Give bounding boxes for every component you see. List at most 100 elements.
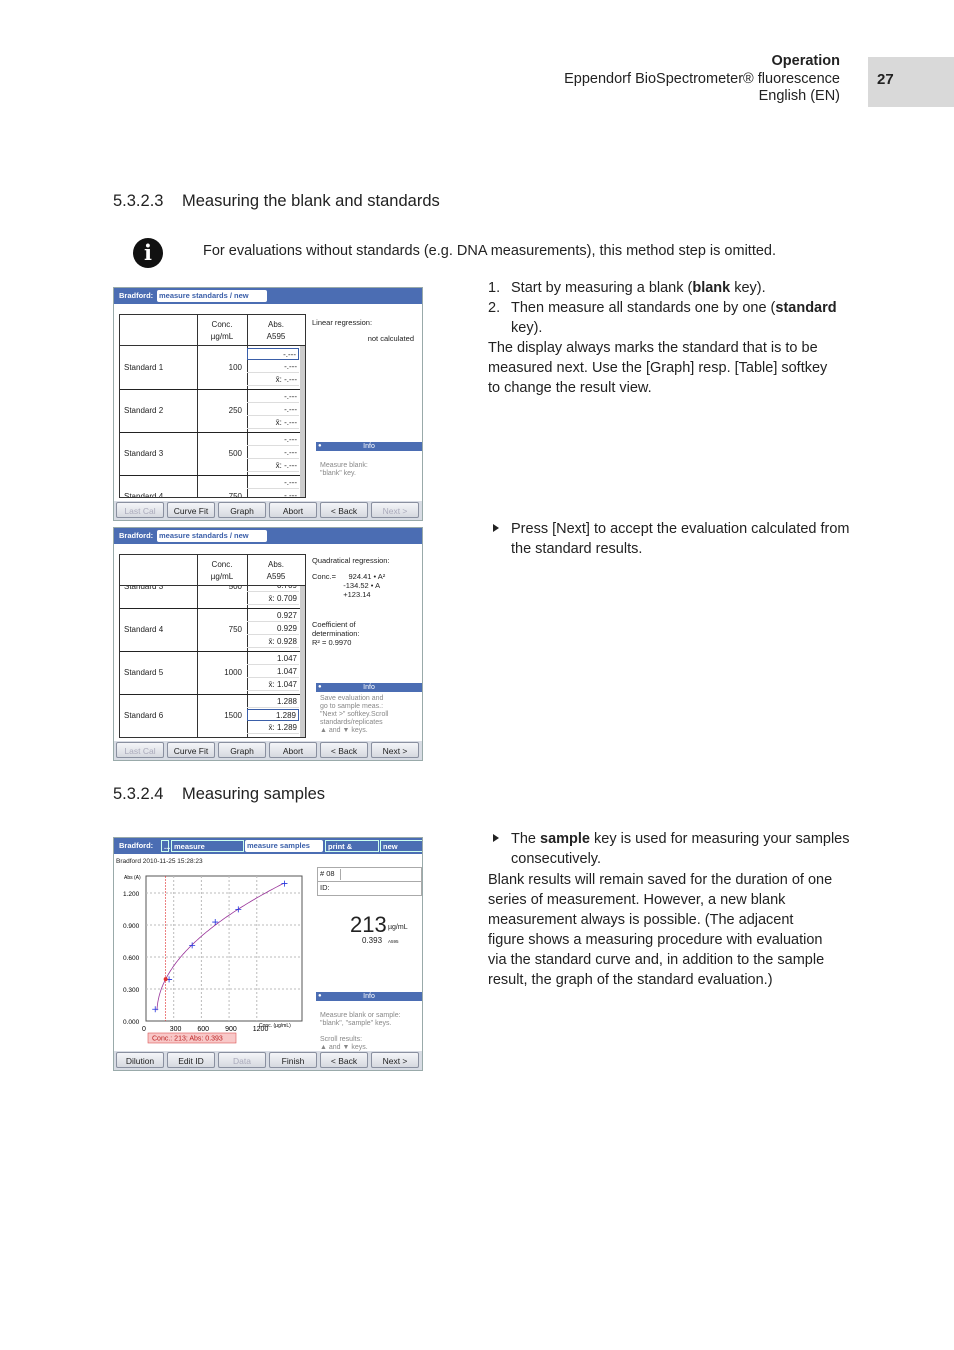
language: English (EN) [758, 88, 840, 104]
table-row[interactable]: Standard 2 250 -.--- -.--- x̄: -.--- [120, 389, 300, 433]
page-number-box: 27 [868, 57, 954, 107]
tab-0[interactable]: Bradford: [117, 530, 157, 542]
section-heading-5324: 5.3.2.4 Measuring samples [113, 785, 326, 803]
result-unit: µg/mL [388, 924, 408, 931]
mean-value: x̄: 1.289 [247, 722, 299, 734]
tab-1[interactable]: measure standards / new [157, 290, 267, 302]
mean-value: x̄: 0.709 [247, 593, 299, 605]
step-2: 2. Then measure all standards one by one … [488, 300, 837, 336]
bullet-triangle-icon [493, 524, 499, 532]
softkey-lastcal-button[interactable]: Last Cal [116, 502, 164, 518]
mean-value: x̄: -.--- [247, 417, 299, 429]
tab-0[interactable]: Bradford: [117, 290, 157, 302]
softkey-back-button[interactable]: < Back [320, 502, 368, 518]
column-header: Conc. µg/mL [197, 315, 247, 346]
mean-value: x̄: 0.928 [247, 636, 299, 648]
replicate-value[interactable]: 1.047 [247, 666, 299, 678]
section1-text: 1. Start by measuring a blank (blank key)… [488, 278, 838, 398]
standard-name: Standard 5 [124, 668, 164, 677]
standard-conc: 750 [228, 625, 242, 634]
tab-0[interactable]: Bradford: [117, 840, 159, 852]
softkey-curvefit-button[interactable]: Curve Fit [167, 502, 215, 518]
standard-conc: 500 [228, 586, 242, 591]
series-timestamp: Bradford 2010-11-25 15:28:23 [116, 858, 203, 865]
info-note: For evaluations without standards (e.g. … [203, 243, 777, 259]
info-bar: ● Info [316, 442, 422, 451]
info-icon: ● [318, 993, 322, 999]
info-bar: ● Info [316, 683, 422, 692]
id-field[interactable]: ID: [320, 883, 330, 892]
table-row[interactable]: Standard 4750-.----.---x̄: -.--- [120, 475, 300, 497]
abs-unit: A595 [388, 939, 399, 944]
standards-table: Conc. µg/mLAbs. A595Standard 35000.7080.… [119, 554, 306, 738]
tab-5[interactable]: new series [380, 840, 422, 863]
tab-1[interactable]: measure standards / new [157, 530, 267, 542]
table-row[interactable]: Standard 35000.7080.709x̄: 0.709 [120, 586, 300, 609]
tab-4[interactable]: print & export [325, 840, 379, 863]
next-bullet: Press [Next] to accept the evaluation ca… [493, 519, 861, 559]
replicate-value[interactable]: -.--- [247, 434, 299, 446]
sample-number: # 08 [320, 869, 341, 880]
table-row[interactable]: Standard 4 750 0.927 0.929 x̄: 0.928 [120, 608, 300, 652]
y-tick-label: 0.300 [123, 987, 140, 994]
title-bar: Bradford: measure standards / new [114, 528, 422, 544]
paragraph: The display always marks the standard th… [488, 340, 828, 396]
softkey-next-button[interactable]: Next > [371, 502, 419, 518]
table-row[interactable]: Standard 5 1000 1.047 1.047 x̄: 1.047 [120, 651, 300, 695]
replicate-value[interactable]: -.--- [247, 477, 299, 489]
replicate-value[interactable]: -.--- [247, 490, 299, 497]
table-row[interactable]: Standard 1 100 -.--- -.--- x̄: -.--- [120, 346, 300, 390]
replicate-value[interactable]: -.--- [247, 404, 299, 416]
softkey-curvefit-button[interactable]: Curve Fit [167, 742, 215, 758]
standard-conc: 500 [228, 449, 242, 458]
device-screen-standards-empty: Bradford: measure standards / new Conc. µg… [113, 287, 423, 521]
x-tick-label: 900 [225, 1026, 237, 1033]
regression-text: Linear regression: [312, 318, 373, 327]
device-screen-standards-results: Bradford: measure standards / new Conc. µg… [113, 527, 423, 761]
standard-name: Standard 4 [124, 492, 164, 497]
softkey-graph-button[interactable]: Graph [218, 742, 266, 758]
replicate-value[interactable]: 0.927 [247, 610, 299, 622]
standard-name: Standard 6 [124, 711, 164, 720]
replicate-value[interactable]: -.--- [247, 447, 299, 459]
tab-2[interactable]: measure standards [171, 840, 244, 863]
chapter-title: Operation [771, 53, 840, 69]
y-tick-label: 0.000 [123, 1019, 140, 1026]
table-body: Standard 35000.7080.709x̄: 0.709 Standard… [120, 586, 305, 737]
softkey-next-button[interactable]: Next > [371, 742, 419, 758]
scrollbar[interactable] [300, 586, 305, 737]
section2-paragraph: Blank results will remain saved for the … [488, 872, 833, 988]
column-header [120, 555, 197, 586]
softkey-lastcal-button[interactable]: Last Cal [116, 742, 164, 758]
tab-3[interactable]: measure samples [245, 840, 323, 852]
replicate-value[interactable]: 0.709 [247, 586, 299, 592]
regression-text: not calculated [367, 334, 414, 343]
softkey-abort-button[interactable]: Abort [269, 742, 317, 758]
softkey-next-button[interactable]: Next > [371, 1052, 419, 1068]
result-abs: 0.393 [362, 936, 383, 945]
softkey-bar: Last Cal Curve Fit Graph Abort < Back Next > [114, 741, 422, 760]
replicate-value[interactable]: -.--- [247, 361, 299, 373]
standard-name: Standard 1 [124, 363, 164, 372]
replicate-value[interactable]: 0.929 [247, 623, 299, 635]
divider [318, 881, 421, 882]
info-bar: ● Info [316, 992, 422, 1001]
softkey-back-button[interactable]: < Back [320, 742, 368, 758]
x-tick-label: 600 [197, 1026, 209, 1033]
replicate-value[interactable]: 1.047 [247, 653, 299, 665]
standard-conc: 1500 [224, 711, 242, 720]
info-title: Info [363, 993, 375, 1000]
info-text: Measure blank: "blank" key. [320, 462, 368, 477]
softkey-graph-button[interactable]: Graph [218, 502, 266, 518]
replicate-value[interactable]: 1.289 [247, 709, 299, 721]
softkey-back-button[interactable]: < Back [320, 1052, 368, 1068]
softkey-abort-button[interactable]: Abort [269, 502, 317, 518]
tab-1[interactable]: ... [161, 840, 170, 852]
table-row[interactable]: Standard 3 500 -.--- -.--- x̄: -.--- [120, 432, 300, 476]
replicate-value[interactable]: 1.288 [247, 696, 299, 708]
scrollbar[interactable] [300, 346, 305, 497]
replicate-value[interactable]: -.--- [247, 391, 299, 403]
step-1: 1. Start by measuring a blank (blank key)… [488, 280, 766, 296]
replicate-value[interactable]: -.--- [247, 348, 299, 360]
table-row[interactable]: Standard 6 1500 1.288 1.289 x̄: 1.289 [120, 694, 300, 737]
